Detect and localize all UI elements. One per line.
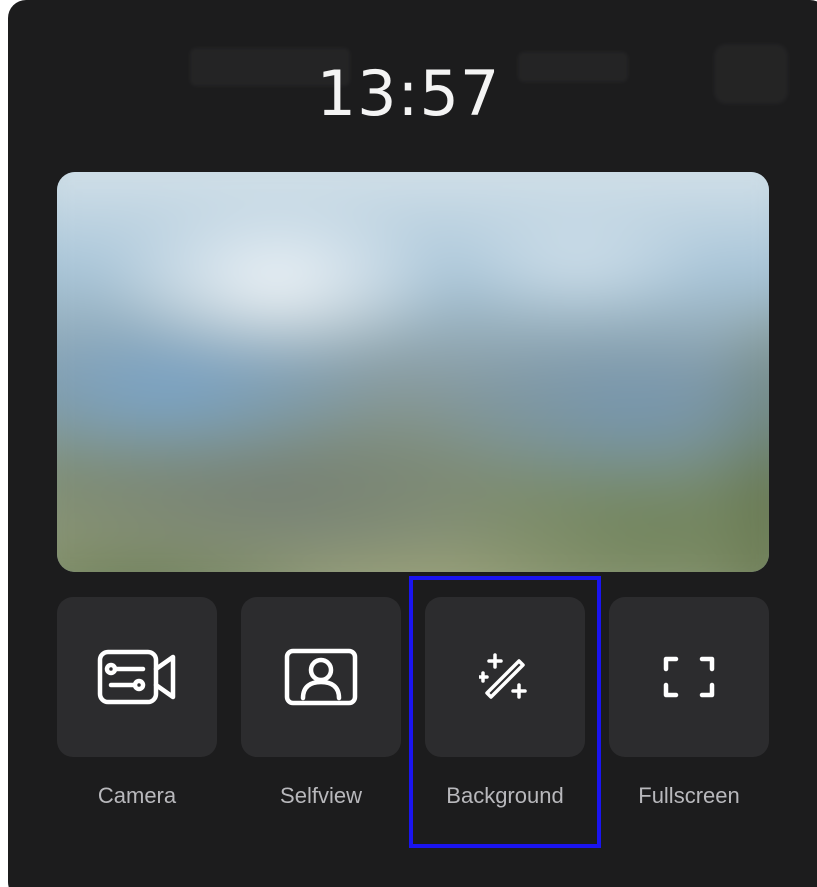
selfview-button[interactable]	[241, 597, 401, 757]
background-label: Background	[446, 783, 564, 808]
screen: 13:57 Camera Selfview Background Fullscr…	[0, 0, 817, 887]
fullscreen-button[interactable]	[609, 597, 769, 757]
fullscreen-label: Fullscreen	[638, 783, 740, 808]
camera-settings-icon	[97, 647, 177, 707]
magic-wand-icon	[479, 651, 531, 703]
clock-time: 13:57	[316, 57, 501, 130]
camera-label: Camera	[97, 783, 177, 808]
camera-button[interactable]	[57, 597, 217, 757]
background-button[interactable]	[425, 597, 585, 757]
fullscreen-icon	[663, 656, 715, 698]
selfview-label: Selfview	[280, 783, 362, 808]
camera-preview-image	[57, 172, 769, 572]
selfview-icon	[284, 648, 358, 706]
camera-preview	[57, 172, 769, 572]
